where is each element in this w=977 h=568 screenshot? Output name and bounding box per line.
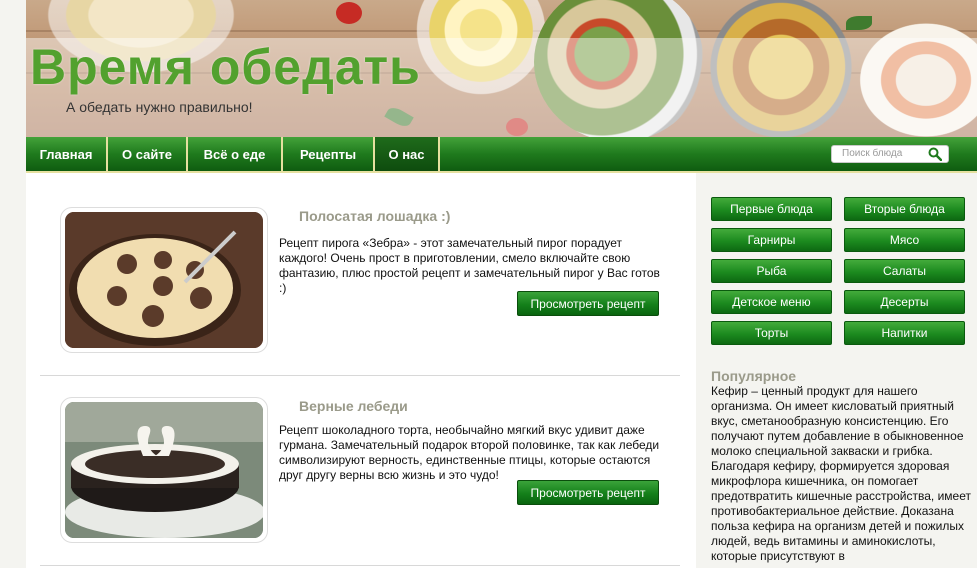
popular-article-text: Кефир – ценный продукт для нашего органи… [711, 384, 971, 563]
nav-item-home[interactable]: Главная [26, 137, 108, 171]
main-nav: Главная О сайте Всё о еде Рецепты О нас … [26, 137, 977, 173]
nav-item-about-food[interactable]: Всё о еде [188, 137, 283, 171]
tomato-decor [336, 2, 362, 24]
view-recipe-button[interactable]: Просмотреть рецепт [517, 480, 659, 505]
recipe-image-frame[interactable] [60, 397, 268, 543]
recipe-title[interactable]: Верные лебеди [299, 398, 408, 414]
popular-heading: Популярное [711, 368, 797, 384]
nav-item-about-us[interactable]: О нас [375, 137, 440, 171]
nav-item-about-site[interactable]: О сайте [108, 137, 188, 171]
category-drinks[interactable]: Напитки [844, 321, 965, 345]
category-salads[interactable]: Салаты [844, 259, 965, 283]
search-icon[interactable] [928, 147, 942, 161]
swan-cake-image [65, 402, 263, 538]
sidebar: Первые блюда Вторые блюда Гарниры Мясо Р… [696, 173, 977, 568]
recipe-title[interactable]: Полосатая лошадка :) [299, 208, 450, 224]
recipe-post: Верные лебеди Рецепт шоколадного торта, … [26, 363, 696, 553]
category-first-courses[interactable]: Первые блюда [711, 197, 832, 221]
zebra-pie-drawing [65, 212, 263, 348]
category-desserts[interactable]: Десерты [844, 290, 965, 314]
nav-item-recipes[interactable]: Рецепты [283, 137, 375, 171]
category-fish[interactable]: Рыба [711, 259, 832, 283]
herb-decor [846, 16, 872, 30]
category-second-courses[interactable]: Вторые блюда [844, 197, 965, 221]
swan-cake-drawing [65, 402, 263, 538]
view-recipe-button[interactable]: Просмотреть рецепт [517, 291, 659, 316]
search-input[interactable]: Поиск блюда [831, 145, 949, 163]
category-cakes[interactable]: Торты [711, 321, 832, 345]
recipe-description: Рецепт шоколадного торта, необычайно мяг… [279, 423, 660, 482]
recipe-image-frame[interactable] [60, 207, 268, 353]
category-kids-menu[interactable]: Детское меню [711, 290, 832, 314]
site-title[interactable]: Время обедать [30, 38, 421, 96]
search-placeholder: Поиск блюда [842, 148, 903, 159]
main-content: Полосатая лошадка :) Рецепт пирога «Зебр… [26, 173, 696, 568]
zebra-pie-image [65, 212, 263, 348]
recipe-description: Рецепт пирога «Зебра» - этот замечательн… [279, 236, 660, 295]
category-side-dishes[interactable]: Гарниры [711, 228, 832, 252]
site-header: Время обедать А обедать нужно правильно! [26, 0, 977, 137]
recipe-post: Полосатая лошадка :) Рецепт пирога «Зебр… [26, 173, 696, 363]
site-tagline: А обедать нужно правильно! [66, 99, 253, 115]
category-meat[interactable]: Мясо [844, 228, 965, 252]
post-divider [40, 565, 680, 566]
